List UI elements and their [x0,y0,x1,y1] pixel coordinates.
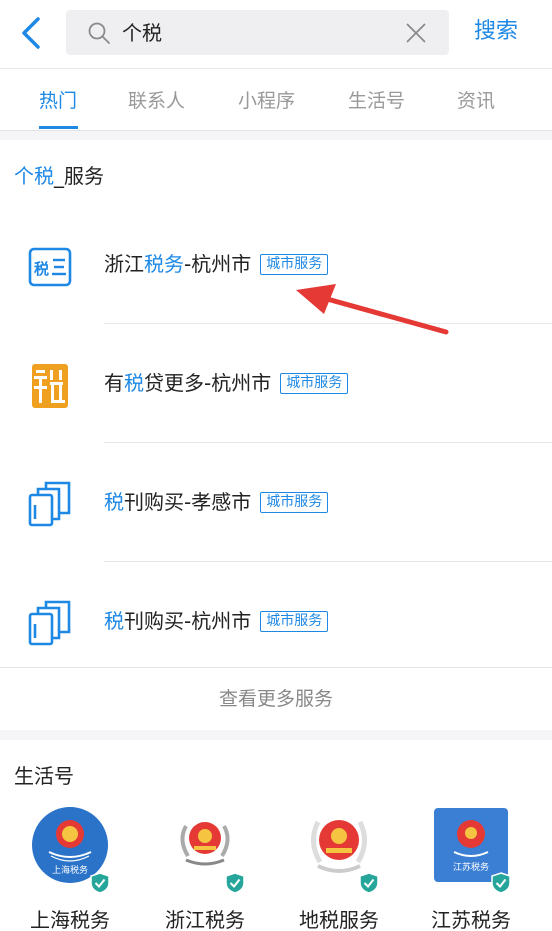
magazine-icon [28,600,71,646]
life-account-name: 上海税务 [30,908,110,931]
logo-text: 上海税务 [52,864,88,876]
service-name-post: -杭州市 [184,252,252,276]
services-title: 个税_服务 [14,164,104,188]
service-name-highlight: 税 [104,490,124,514]
city-service-badge: 城市服务 [260,611,329,632]
life-account-item[interactable]: 浙江税务 [140,806,270,931]
service-name-pre: 有 [104,371,124,395]
service-item[interactable]: 税刊购买-杭州市 城市服务 [0,562,552,681]
annotation-arrow-icon [296,284,449,335]
verified-badge-icon [225,872,245,894]
services-section: 个税_服务 税 浙江税务-杭州市 城市服务 有税贷更多-杭州市 城市服务 税刊购… [0,140,552,730]
service-item[interactable]: 税刊购买-孝感市 城市服务 [0,443,552,562]
life-account-item[interactable]: 地税服务 [274,806,404,931]
clear-icon[interactable] [405,22,427,44]
tax-loan-icon [32,364,68,408]
search-input[interactable]: 个税 [66,10,449,55]
tab-contacts[interactable]: 联系人 [128,88,185,114]
tax-bureau-icon: 税 [28,247,72,287]
service-name-highlight: 税 [124,371,144,395]
verified-badge-icon [90,872,110,894]
service-item[interactable]: 税 浙江税务-杭州市 城市服务 [0,205,552,324]
service-name-highlight: 税 [104,609,124,633]
service-name-post: 贷更多-杭州市 [144,371,272,395]
service-name-post: 刊购买-杭州市 [124,609,252,633]
tab-life-accounts[interactable]: 生活号 [348,88,405,114]
city-service-badge: 城市服务 [260,492,329,513]
life-account-item[interactable]: 江苏税务 江苏税务 [406,806,536,931]
tab-mini-programs[interactable]: 小程序 [238,88,295,114]
magazine-icon [28,481,71,527]
search-icon [88,22,110,44]
life-account-item[interactable]: 上海税务 上海税务 [5,806,135,931]
back-arrow-icon[interactable] [14,14,50,52]
more-services-button[interactable]: 查看更多服务 [0,667,552,730]
search-button[interactable]: 搜索 [474,17,518,47]
life-account-name: 浙江税务 [165,908,245,931]
top-bar: 个税 搜索 [0,0,552,68]
life-account-name: 江苏税务 [431,908,511,931]
life-account-name: 地税服务 [299,908,379,931]
result-tabs: 热门 联系人 小程序 生活号 资讯 [0,68,552,131]
tab-news[interactable]: 资讯 [457,88,495,114]
service-item[interactable]: 有税贷更多-杭州市 城市服务 [0,324,552,443]
svg-text:税: 税 [34,260,49,278]
life-accounts-section: 生活号 上海税务 上海税务 浙江税务 地税服务 江苏税务 江苏税务 [0,740,552,931]
service-name-highlight: 税务 [144,252,184,276]
city-service-badge: 城市服务 [280,373,349,394]
verified-badge-icon [359,872,379,894]
search-query[interactable]: 个税 [122,20,162,46]
city-service-badge: 城市服务 [260,254,329,275]
verified-badge-icon [491,872,511,894]
logo-text: 江苏税务 [453,861,489,873]
tab-hot[interactable]: 热门 [39,88,77,114]
service-name-pre: 浙江 [104,252,144,276]
life-accounts-title: 生活号 [14,764,74,788]
active-tab-indicator [39,126,78,129]
service-name-post: 刊购买-孝感市 [124,490,252,514]
